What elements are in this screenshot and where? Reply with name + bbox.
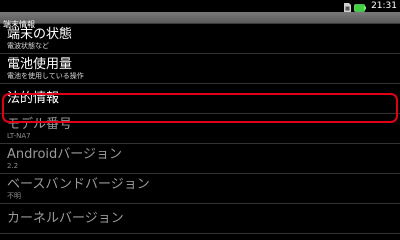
list-item-summary: LT-NA7 (7, 132, 31, 140)
settings-list: 端末の状態 電波状態など 電池使用量 電池を使用している操作 法的情報 モデル番… (0, 24, 400, 234)
list-item-summary: 不明 (7, 192, 21, 200)
list-item-model-number: モデル番号 LT-NA7 (0, 114, 400, 144)
list-item-title: 端末の状態 (7, 27, 73, 42)
title-bar: 端末情報 (0, 12, 400, 29)
list-item-title: 法的情報 (7, 91, 60, 106)
list-item-device-status[interactable]: 端末の状態 電波状態など (0, 24, 400, 54)
list-item-legal-info[interactable]: 法的情報 (0, 84, 400, 114)
list-item-title: カーネルバージョン (7, 211, 124, 226)
list-item-title: モデル番号 (7, 117, 73, 132)
list-item-battery-usage[interactable]: 電池使用量 電池を使用している操作 (0, 54, 400, 84)
list-item-summary: 電池を使用している操作 (7, 72, 84, 80)
clock-time: 21:31 (371, 1, 397, 11)
list-item-summary: 2.2 (7, 162, 19, 170)
status-bar: 21:31 (0, 0, 400, 12)
list-item-summary: 電波状態など (7, 42, 49, 50)
list-item-title: ベースバンドバージョン (7, 177, 150, 192)
list-item-kernel-version: カーネルバージョン (0, 204, 400, 234)
list-item-baseband-version: ベースバンドバージョン 不明 (0, 174, 400, 204)
list-item-title: 電池使用量 (7, 57, 73, 72)
list-item-title: Androidバージョン (7, 147, 123, 162)
list-item-android-version: Androidバージョン 2.2 (0, 144, 400, 174)
